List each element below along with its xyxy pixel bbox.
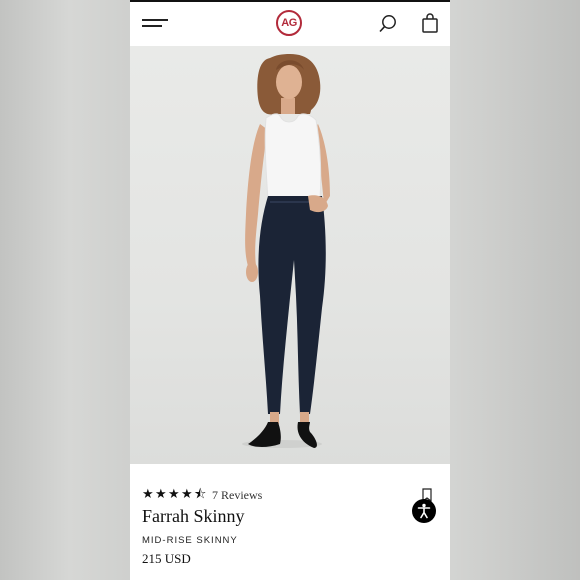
star-full-icon: ★ — [168, 486, 180, 501]
product-image[interactable] — [130, 46, 450, 464]
menu-icon[interactable] — [142, 17, 168, 31]
bag-icon[interactable] — [421, 13, 439, 33]
reviews-link[interactable]: 7 Reviews — [212, 488, 262, 503]
product-price: 215 USD — [142, 551, 191, 566]
accessibility-icon[interactable] — [412, 499, 436, 523]
search-icon[interactable] — [378, 14, 398, 34]
rating-stars[interactable]: ★ ★ ★ ★ ⯪ — [142, 487, 207, 500]
star-full-icon: ★ — [142, 486, 154, 501]
product-title: Farrah Skinny — [142, 506, 245, 526]
star-full-icon: ★ — [155, 486, 167, 501]
product-page: AG ★ ★ ★ ★ ⯪ 7 Reviews Farrah Skinny MID… — [130, 0, 450, 580]
site-header: AG — [130, 2, 450, 46]
star-full-icon: ★ — [181, 486, 193, 501]
brand-logo[interactable]: AG — [276, 10, 302, 36]
product-info: ★ ★ ★ ★ ⯪ 7 Reviews Farrah Skinny MID-RI… — [130, 464, 450, 580]
star-half-icon: ⯪ — [194, 486, 207, 501]
product-fit: MID-RISE SKINNY — [142, 535, 238, 546]
